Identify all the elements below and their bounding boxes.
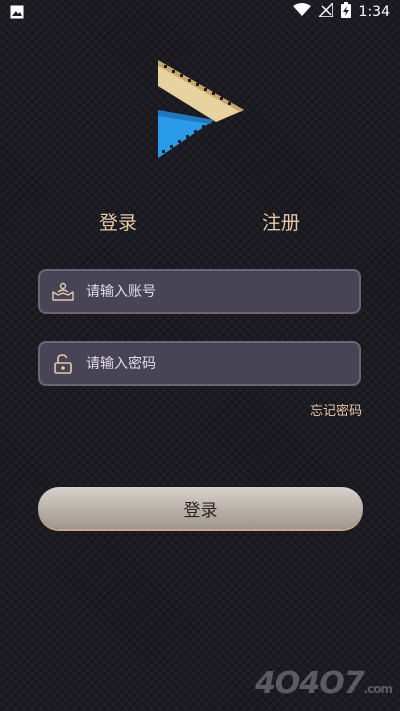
auth-tabs: 登录 注册 <box>0 208 400 238</box>
user-account-icon <box>52 281 74 303</box>
watermark-logo: 4O4O7.com <box>254 666 393 701</box>
forgot-password-link[interactable]: 忘记密码 <box>310 400 362 419</box>
account-field[interactable] <box>38 269 361 314</box>
unlock-icon <box>52 353 74 375</box>
status-bar: 1:34 <box>0 0 400 24</box>
clock-time: 1:34 <box>358 4 390 20</box>
password-field[interactable] <box>38 341 361 386</box>
battery-charging-icon <box>340 2 351 22</box>
image-icon <box>10 4 24 23</box>
wifi-icon <box>292 3 311 21</box>
login-button[interactable]: 登录 <box>38 487 363 529</box>
app-logo <box>156 58 246 160</box>
account-input[interactable] <box>84 282 359 301</box>
password-input[interactable] <box>84 354 359 373</box>
tab-login[interactable]: 登录 <box>99 208 137 235</box>
tab-register[interactable]: 注册 <box>262 208 300 235</box>
no-signal-icon <box>316 1 334 21</box>
